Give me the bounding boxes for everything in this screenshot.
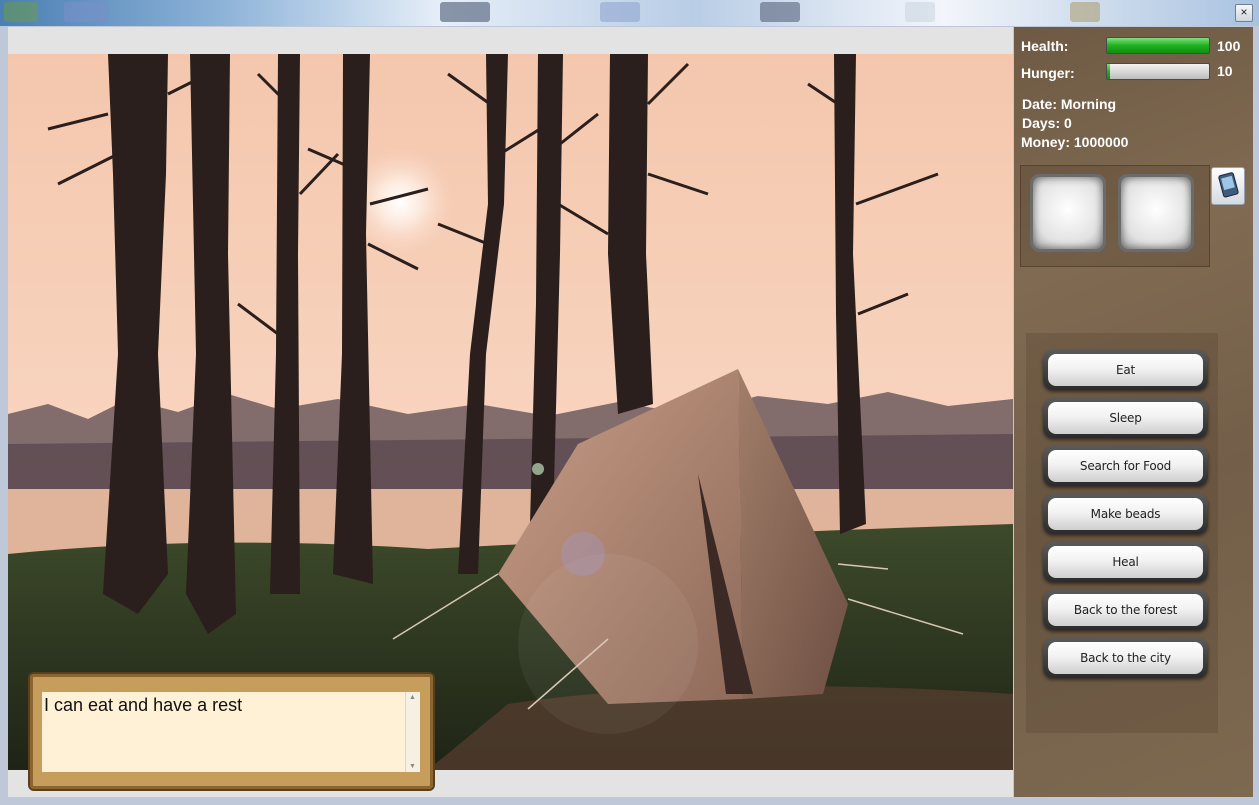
health-label: Health: bbox=[1021, 38, 1069, 54]
sleep-button[interactable]: Sleep bbox=[1043, 398, 1208, 438]
scroll-up-icon[interactable]: ▲ bbox=[409, 694, 416, 701]
pda-button[interactable] bbox=[1211, 167, 1245, 205]
hunger-value: 10 bbox=[1217, 63, 1233, 79]
inventory-slot-2[interactable] bbox=[1118, 174, 1194, 252]
heal-button-label: Heal bbox=[1048, 546, 1203, 578]
search-for-food-button-label: Search for Food bbox=[1048, 450, 1203, 482]
health-bar bbox=[1106, 37, 1210, 54]
message-scrollbar[interactable]: ▲ ▼ bbox=[405, 692, 420, 772]
taskbar-icon bbox=[64, 2, 108, 22]
health-bar-fill bbox=[1107, 38, 1209, 53]
camp-scene-illustration bbox=[8, 54, 1013, 770]
back-to-city-button[interactable]: Back to the city bbox=[1043, 638, 1208, 678]
window-titlebar: × bbox=[0, 0, 1259, 26]
taskbar-icon bbox=[440, 2, 490, 22]
date-text: Date: Morning bbox=[1022, 96, 1117, 112]
taskbar-icon bbox=[1070, 2, 1100, 22]
money-text: Money: 1000000 bbox=[1021, 134, 1129, 150]
pda-icon bbox=[1218, 172, 1239, 198]
taskbar-icon bbox=[760, 2, 800, 22]
back-to-forest-button[interactable]: Back to the forest bbox=[1043, 590, 1208, 630]
taskbar-icon bbox=[600, 2, 640, 22]
hunger-bar-fill bbox=[1107, 64, 1111, 79]
days-text: Days: 0 bbox=[1022, 115, 1072, 131]
back-to-city-button-label: Back to the city bbox=[1048, 642, 1203, 674]
make-beads-button[interactable]: Make beads bbox=[1043, 494, 1208, 534]
message-text: I can eat and have a rest bbox=[44, 695, 243, 715]
sleep-button-label: Sleep bbox=[1048, 402, 1203, 434]
message-textarea[interactable]: I can eat and have a rest ▲ ▼ bbox=[42, 692, 420, 772]
eat-button-label: Eat bbox=[1048, 354, 1203, 386]
message-box: I can eat and have a rest ▲ ▼ bbox=[30, 674, 433, 789]
close-button[interactable]: × bbox=[1235, 4, 1253, 22]
camp-scene bbox=[8, 54, 1013, 770]
inventory-slot-1[interactable] bbox=[1030, 174, 1106, 252]
hunger-bar bbox=[1106, 63, 1210, 80]
back-to-forest-button-label: Back to the forest bbox=[1048, 594, 1203, 626]
hunger-label: Hunger: bbox=[1021, 65, 1075, 81]
eat-button[interactable]: Eat bbox=[1043, 350, 1208, 390]
taskbar-icon bbox=[905, 2, 935, 22]
heal-button[interactable]: Heal bbox=[1043, 542, 1208, 582]
app-icon bbox=[4, 2, 38, 22]
make-beads-button-label: Make beads bbox=[1048, 498, 1203, 530]
scroll-down-icon[interactable]: ▼ bbox=[409, 763, 416, 770]
health-value: 100 bbox=[1217, 38, 1241, 54]
search-for-food-button[interactable]: Search for Food bbox=[1043, 446, 1208, 486]
